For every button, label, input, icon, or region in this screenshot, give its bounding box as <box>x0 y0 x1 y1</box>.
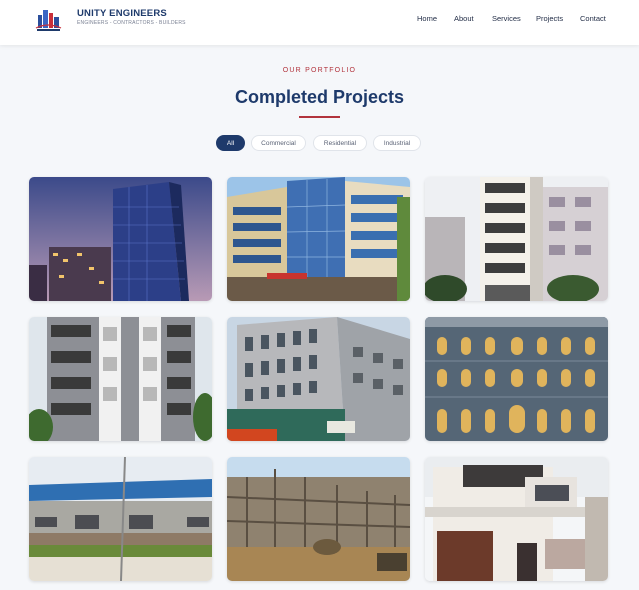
project-card[interactable] <box>29 177 212 301</box>
nav-contact-link[interactable]: Contact <box>580 14 606 23</box>
glass-tower-dusk-photo <box>29 177 212 301</box>
project-card[interactable] <box>227 457 410 581</box>
ornate-arched-facade-photo <box>425 317 608 441</box>
nav-home-link[interactable]: Home <box>417 14 437 23</box>
filter-residential-button[interactable]: Residential <box>313 135 367 151</box>
brand-tagline: ENGINEERS - CONTRACTORS - BUILDERS <box>77 20 186 26</box>
nav-services-link[interactable]: Services <box>492 14 521 23</box>
filter-industrial-button[interactable]: Industrial <box>373 135 421 151</box>
concrete-office-building-photo <box>227 317 410 441</box>
project-card[interactable] <box>425 457 608 581</box>
company-logo-icon[interactable] <box>35 6 62 33</box>
glass-office-building-photo <box>227 177 410 301</box>
nav-about-link[interactable]: About <box>454 14 474 23</box>
project-card[interactable] <box>425 177 608 301</box>
construction-site-photo <box>227 457 410 581</box>
nav-projects-link[interactable]: Projects <box>536 14 563 23</box>
filter-all-button[interactable]: All <box>216 135 245 151</box>
blue-roof-warehouse-photo <box>29 457 212 581</box>
project-card[interactable] <box>227 177 410 301</box>
site-header: UNITY ENGINEERS ENGINEERS - CONTRACTORS … <box>0 0 639 45</box>
grey-apartment-block-photo <box>29 317 212 441</box>
project-card[interactable] <box>425 317 608 441</box>
white-house-photo <box>425 457 608 581</box>
white-residential-tower-photo <box>425 177 608 301</box>
project-card[interactable] <box>227 317 410 441</box>
brand-name[interactable]: UNITY ENGINEERS <box>77 8 167 19</box>
section-eyebrow: OUR PORTFOLIO <box>282 67 357 74</box>
title-divider <box>299 116 340 118</box>
project-card[interactable] <box>29 457 212 581</box>
filter-commercial-button[interactable]: Commercial <box>251 135 306 151</box>
section-title: Completed Projects <box>234 87 405 107</box>
project-card[interactable] <box>29 317 212 441</box>
